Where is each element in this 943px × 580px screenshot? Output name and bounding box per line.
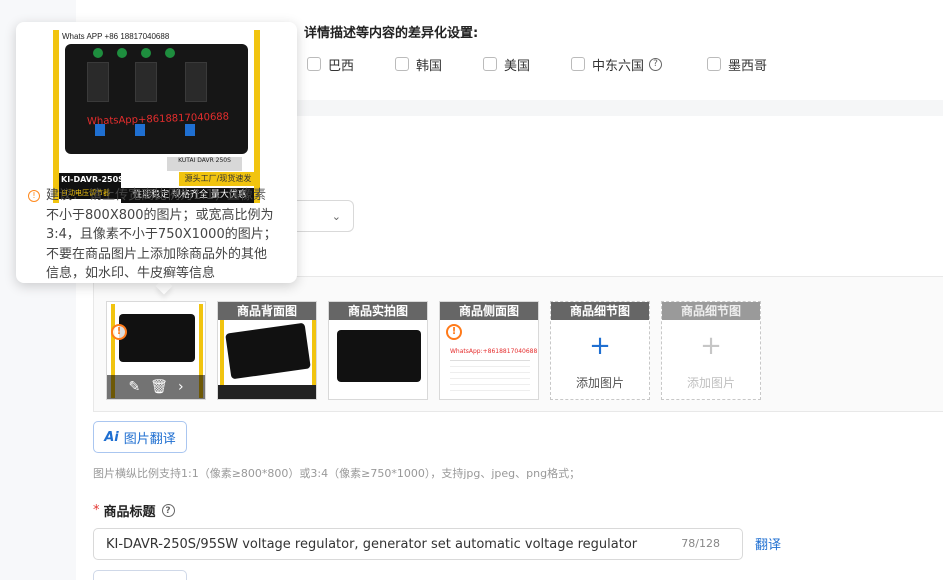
product-thumbnail [337, 330, 421, 382]
advice-line: 建议： 请上传宽高比例为1:1，且像素 [46, 188, 267, 203]
country-label: 墨西哥 [728, 58, 768, 74]
diff-settings-title: 详情描述等内容的差异化设置: [304, 26, 479, 41]
country-option-usa[interactable]: 美国 [483, 55, 531, 74]
plus-icon: + [589, 331, 611, 361]
advice-line: 3:4，且像素不小于750X1000的图片； [46, 227, 277, 242]
detail-image-add-slot-disabled: 商品细节图 + 添加图片 [661, 301, 761, 400]
country-label: 韩国 [416, 58, 443, 74]
product-title-value: KI-DAVR-250S/95SW voltage regulator, gen… [106, 536, 638, 552]
model-label: KI-DAVR-250S [59, 173, 124, 187]
plus-icon: + [700, 331, 722, 361]
whatsapp-text: Whats APP +86 18817040688 [62, 32, 170, 41]
image-translate-button[interactable]: Ai 图片翻译 [93, 421, 187, 453]
checkbox[interactable] [571, 57, 585, 71]
image-format-hint: 图片横纵比例支持1:1（像素≥800*800）或3:4（像素≥750*1000）… [93, 467, 581, 480]
country-label: 中东六国 [592, 58, 645, 74]
country-option-middle-east[interactable]: 中东六国 ? [571, 55, 663, 74]
warning-icon[interactable]: ! [446, 324, 462, 340]
image-actions-bar: ✎ 🗑 › [107, 375, 205, 399]
advice-line: 信息，如水印、牛皮癣等信息 [46, 266, 216, 281]
checkbox[interactable] [395, 57, 409, 71]
side-image-slot[interactable]: 商品侧面图 WhatsApp:+8618817040688 ! [439, 301, 539, 400]
ai-icon: Ai [104, 429, 119, 445]
warning-icon[interactable]: ! [111, 324, 127, 340]
image-preview: Whats APP +86 18817040688 WhatsApp+86188… [53, 30, 260, 203]
country-option-mexico[interactable]: 墨西哥 [707, 55, 768, 74]
product-title-label: * 商品标题 ? [93, 501, 175, 520]
partial-button[interactable] [93, 570, 187, 580]
slot-caption: 商品细节图 [551, 302, 649, 320]
add-image-label: 添加图片 [575, 376, 624, 390]
factory-tag: 源头工厂/现货速发 [179, 172, 254, 186]
detail-image-add-slot[interactable]: 商品细节图 + 添加图片 [550, 301, 650, 400]
product-device-image [65, 44, 248, 154]
chevron-down-icon: ⌄ [331, 210, 341, 223]
slot-caption: 商品侧面图 [440, 302, 538, 320]
advice-line: 不小于800X800的图片；或宽高比例为 [46, 207, 274, 223]
info-circle-icon: ! [28, 190, 40, 202]
country-label: 美国 [504, 58, 531, 74]
checkbox[interactable] [483, 57, 497, 71]
spec-list-thumbnail [450, 360, 530, 394]
image-advice-tooltip: Whats APP +86 18817040688 WhatsApp+86188… [16, 22, 297, 283]
product-title-label-text: 商品标题 [103, 505, 156, 520]
slot-caption: 商品背面图 [218, 302, 316, 320]
product-thumbnail [119, 314, 195, 362]
edit-icon[interactable]: ✎ [128, 379, 140, 395]
char-count: 78/128 [681, 537, 720, 550]
question-circle-icon[interactable]: ? [161, 504, 175, 517]
translate-link[interactable]: 翻译 [755, 534, 781, 553]
image-translate-label: 图片翻译 [123, 431, 176, 447]
slot-caption: 商品细节图 [662, 302, 760, 320]
slot-caption: 商品实拍图 [329, 302, 427, 320]
country-option-brazil[interactable]: 巴西 [307, 55, 355, 74]
real-photo-slot[interactable]: 商品实拍图 [328, 301, 428, 400]
product-title-input[interactable]: KI-DAVR-250S/95SW voltage regulator, gen… [93, 528, 743, 560]
country-label: 巴西 [328, 58, 355, 74]
checkbox[interactable] [707, 57, 721, 71]
main-image-slot[interactable]: ! ✎ 🗑 › [106, 301, 206, 400]
watermark-text: WhatsApp:+8618817040688 [450, 348, 538, 355]
required-mark: * [93, 503, 100, 518]
country-option-korea[interactable]: 韩国 [395, 55, 443, 74]
delete-icon[interactable]: 🗑 [150, 379, 168, 395]
advice-line: 不要在商品图片上添加除商品外的其他 [46, 246, 268, 262]
question-circle-icon[interactable]: ? [649, 57, 663, 71]
checkbox[interactable] [307, 57, 321, 71]
product-label: KUTAI DAVR 250S [167, 157, 242, 171]
add-image-label: 添加图片 [686, 376, 735, 390]
category-select[interactable]: ⌄ [290, 200, 354, 232]
back-image-slot[interactable]: 商品背面图 [217, 301, 317, 400]
advice-text: ! 建议： 请上传宽高比例为1:1，且像素 不小于800X800的图片；或宽高比… [28, 186, 290, 284]
chevron-right-icon[interactable]: › [178, 379, 184, 395]
